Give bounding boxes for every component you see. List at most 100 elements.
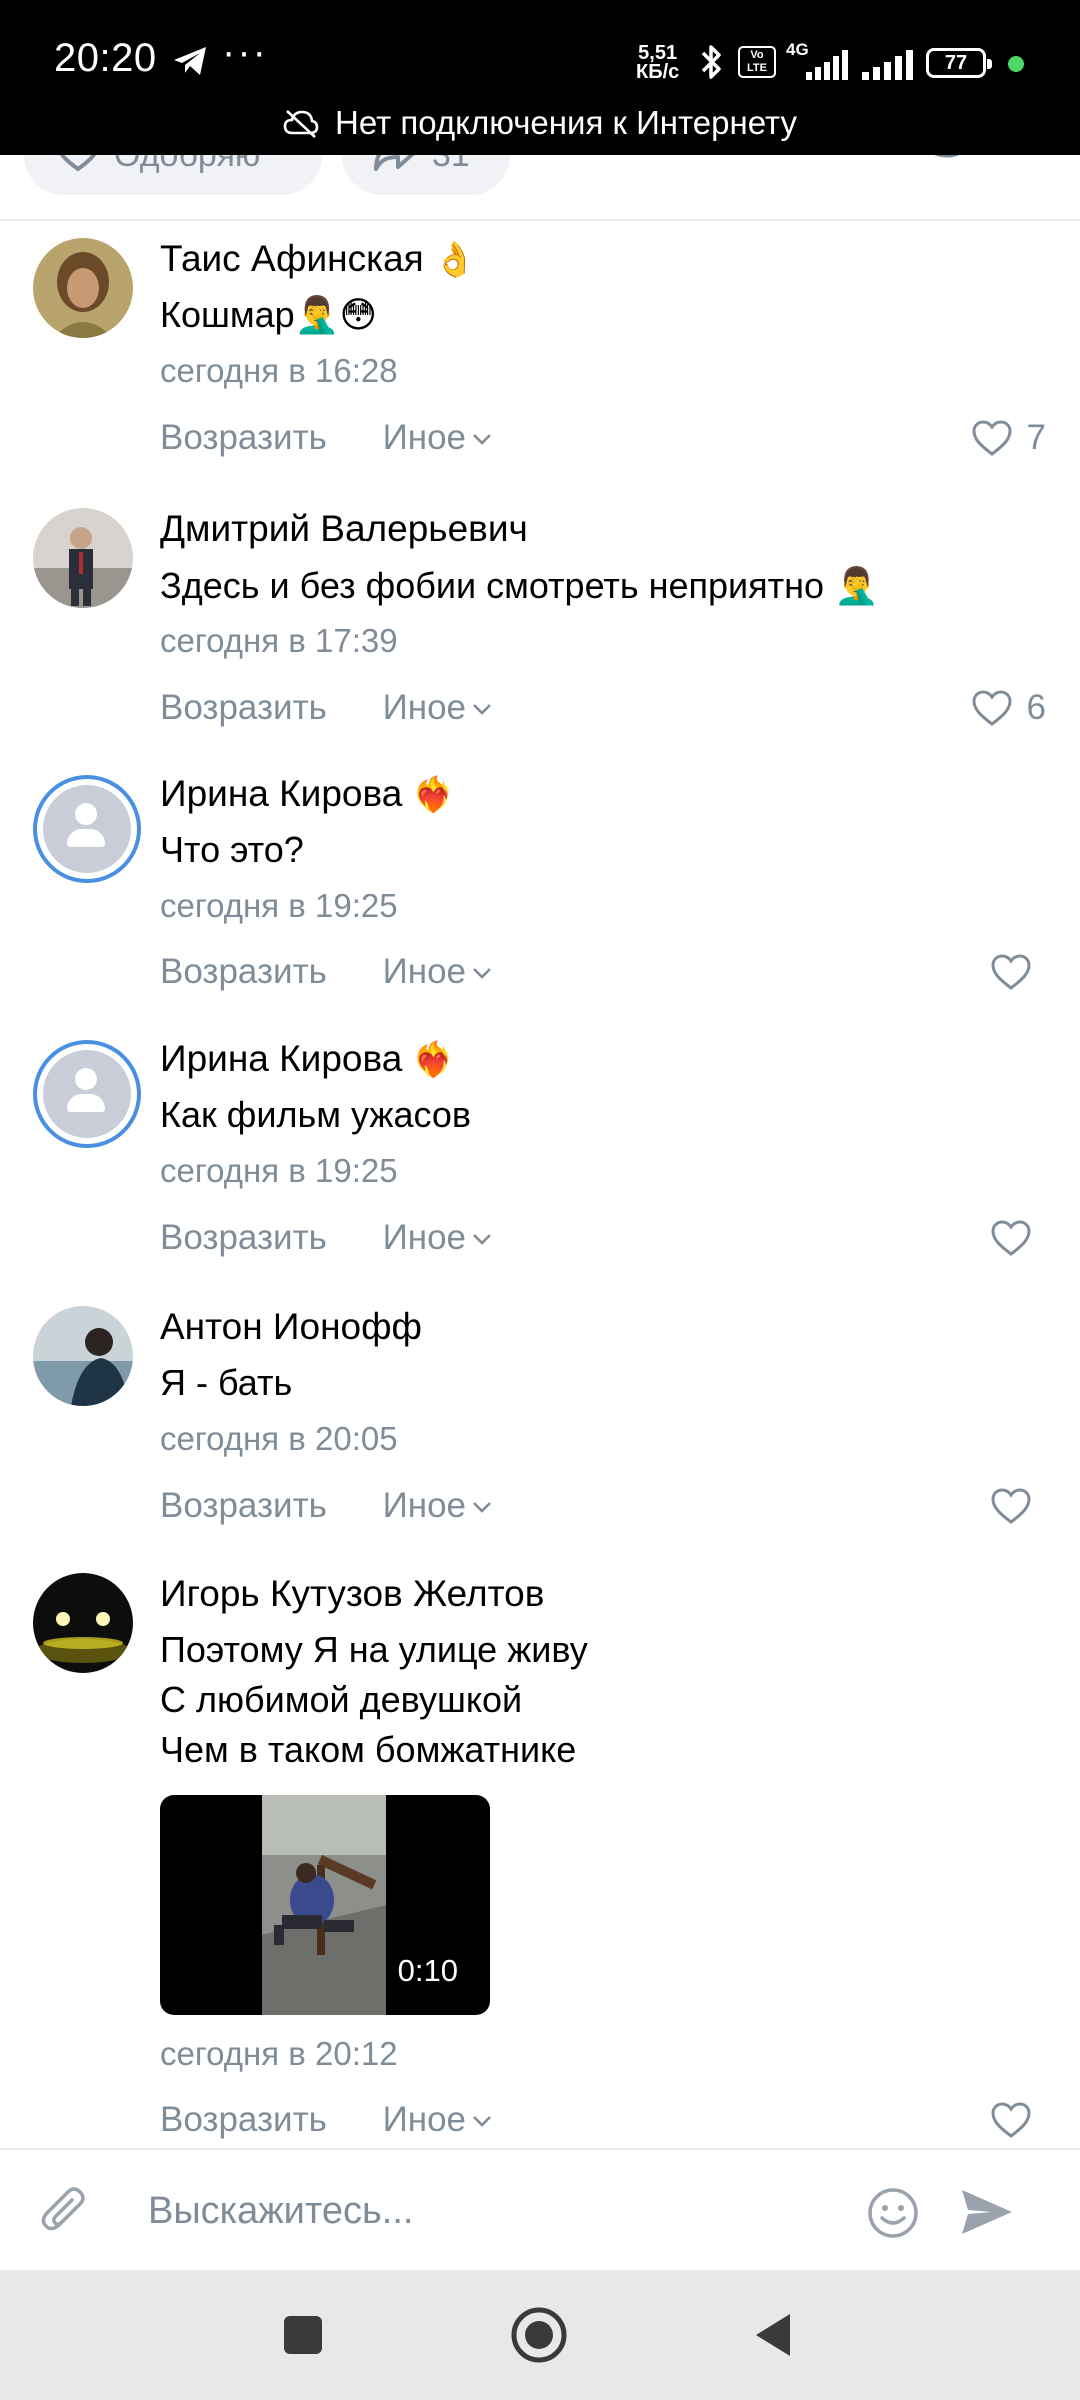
recent-apps-icon[interactable] <box>270 2302 336 2368</box>
comment-time: сегодня в 19:25 <box>160 887 398 924</box>
network-speed: 5,51 КБ/с <box>636 43 679 82</box>
more-button[interactable]: Иное <box>383 1218 492 1258</box>
chevron-down-icon <box>473 434 491 445</box>
chevron-down-icon <box>473 704 491 715</box>
comment-like-button[interactable] <box>990 1486 1046 1526</box>
heart-icon <box>991 1220 1031 1256</box>
comment-text: Как фильм ужасов <box>160 1094 472 1135</box>
video-preview <box>262 1795 386 2015</box>
comment-text: Что это? <box>160 829 304 870</box>
send-icon[interactable] <box>958 2184 1016 2240</box>
share-icon <box>374 155 415 171</box>
comment-actions: Возразить Иное <box>160 418 492 458</box>
reply-button[interactable]: Возразить <box>160 418 327 458</box>
comment-author[interactable]: Ирина Кирова ❤️‍🔥 <box>160 773 455 815</box>
more-button[interactable]: Иное <box>383 952 492 992</box>
more-button[interactable]: Иное <box>383 1486 492 1526</box>
chevron-down-icon <box>473 1502 491 1513</box>
attach-icon[interactable] <box>38 2184 94 2240</box>
chevron-down-icon <box>473 2116 491 2127</box>
heart-icon <box>991 2102 1031 2138</box>
comment-like-button[interactable] <box>990 1218 1046 1258</box>
avatar-image <box>33 1573 133 1673</box>
author-emoji: ❤️‍🔥 <box>412 776 455 814</box>
comment-like-button[interactable]: 7 <box>971 418 1046 458</box>
more-label: Иное <box>382 952 467 991</box>
comment-actions: Возразить Иное <box>160 2100 492 2140</box>
avatar-image <box>33 238 133 338</box>
comment-like-button[interactable] <box>990 2100 1046 2140</box>
avatar[interactable] <box>33 775 141 883</box>
comment-author[interactable]: Игорь Кутузов Желтов <box>160 1573 544 1615</box>
author-name: Антон Ионофф <box>160 1306 422 1347</box>
comment-actions: Возразить Иное <box>160 952 492 992</box>
reply-button[interactable]: Возразить <box>160 688 327 728</box>
screen: 20:20 ··· 5,51 КБ/с Vo LTE 4G 77 Нет под… <box>0 0 1080 2400</box>
more-button[interactable]: Иное <box>383 688 492 728</box>
comment-item: Таис Афинская 👌 Кошмар🤦‍♂️😳 сегодня в 16:… <box>0 220 1080 490</box>
reply-button[interactable]: Возразить <box>160 952 327 992</box>
more-label: Иное <box>382 1486 467 1525</box>
comment-like-button[interactable]: 6 <box>971 688 1046 728</box>
like-count: 6 <box>1026 688 1046 727</box>
clock: 20:20 <box>54 36 157 80</box>
avatar[interactable] <box>33 508 133 608</box>
emoji-icon[interactable] <box>866 2186 920 2240</box>
avatar-image <box>33 508 133 608</box>
comment-actions: Возразить Иное <box>160 688 492 728</box>
author-name: Ирина Кирова <box>160 773 403 814</box>
comment-time: сегодня в 17:39 <box>160 622 398 659</box>
author-name: Таис Афинская <box>160 238 424 279</box>
comment-time: сегодня в 20:12 <box>160 2035 398 2072</box>
reply-button[interactable]: Возразить <box>160 1218 327 1258</box>
like-post-button[interactable]: Одобряю <box>24 155 322 195</box>
comment-item: Дмитрий Валерьевич Здесь и без фобии смо… <box>0 490 1080 755</box>
reply-button[interactable]: Возразить <box>160 1486 327 1526</box>
status-bar: 20:20 ··· 5,51 КБ/с Vo LTE 4G 77 Нет под… <box>0 0 1080 155</box>
comment-input[interactable] <box>148 2174 848 2248</box>
author-name: Дмитрий Валерьевич <box>160 508 528 549</box>
share-post-button[interactable]: 31 <box>342 155 510 195</box>
comment-like-button[interactable] <box>990 952 1046 992</box>
avatar-image <box>33 1306 133 1406</box>
views-counter: 2 ж <box>925 155 1050 162</box>
author-name: Ирина Кирова <box>160 1038 403 1079</box>
comment-item: Ирина Кирова ❤️‍🔥 Как фильм ужасов сегодн… <box>0 1020 1080 1285</box>
heart-icon <box>972 420 1012 456</box>
avatar[interactable] <box>33 1306 133 1406</box>
battery-icon: 77 <box>926 48 992 78</box>
telegram-icon <box>174 47 206 75</box>
reply-button[interactable]: Возразить <box>160 2100 327 2140</box>
author-name: Игорь Кутузов Желтов <box>160 1573 545 1614</box>
share-count: 31 <box>432 155 470 174</box>
comment-author[interactable]: Таис Афинская 👌 <box>160 238 476 280</box>
home-icon[interactable] <box>506 2302 572 2368</box>
system-nav-bar <box>0 2270 1080 2400</box>
more-button[interactable]: Иное <box>383 418 492 458</box>
default-avatar-icon <box>43 785 131 873</box>
comment-item: Антон Ионофф Я - бать сегодня в 20:05 Во… <box>0 1288 1080 1553</box>
offline-banner: Нет подключения к Интернету <box>0 104 1080 142</box>
more-notifications-icon: ··· <box>222 30 268 74</box>
comment-item: Игорь Кутузов Желтов Поэтому Я на улице … <box>0 1555 1080 2150</box>
default-avatar-icon <box>43 1050 131 1138</box>
bluetooth-icon <box>701 45 721 79</box>
comment-actions: Возразить Иное <box>160 1218 492 1258</box>
avatar[interactable] <box>33 1573 133 1673</box>
more-label: Иное <box>382 1218 467 1257</box>
comment-author[interactable]: Ирина Кирова ❤️‍🔥 <box>160 1038 455 1080</box>
comment-author[interactable]: Дмитрий Валерьевич <box>160 508 528 550</box>
chevron-down-icon <box>473 968 491 979</box>
post-actions-bar: Одобряю 31 2 ж <box>0 155 1080 221</box>
video-duration: 0:10 <box>397 1953 458 1988</box>
offline-text: Нет подключения к Интернету <box>335 104 797 141</box>
avatar[interactable] <box>33 1040 141 1148</box>
privacy-indicator <box>1008 56 1024 72</box>
video-attachment[interactable]: 0:10 <box>160 1795 490 2015</box>
more-button[interactable]: Иное <box>383 2100 492 2140</box>
heart-icon <box>972 690 1012 726</box>
back-icon[interactable] <box>742 2302 808 2368</box>
comment-author[interactable]: Антон Ионофф <box>160 1306 422 1348</box>
like-count: 7 <box>1026 418 1046 457</box>
avatar[interactable] <box>33 238 133 338</box>
